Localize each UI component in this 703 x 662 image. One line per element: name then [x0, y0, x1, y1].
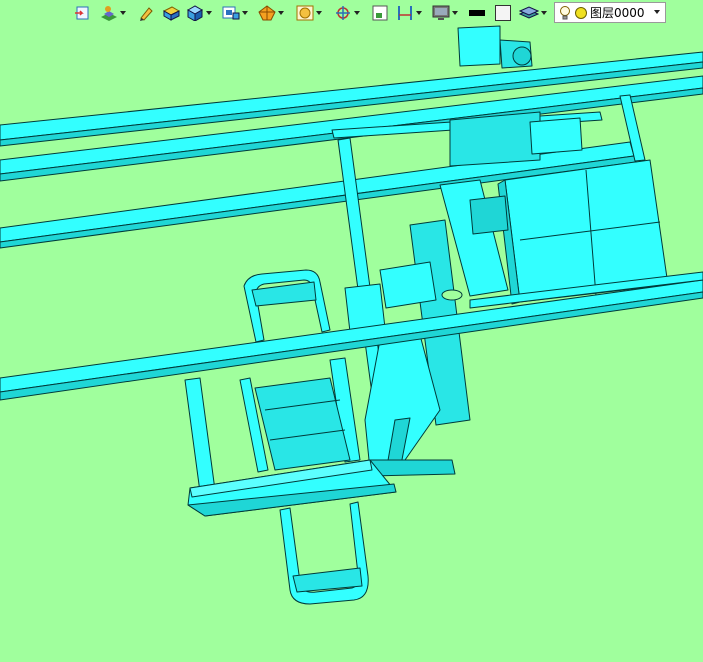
- layer-select[interactable]: 图层0000: [554, 2, 666, 23]
- toolbar: 图层0000: [0, 0, 703, 26]
- monitor-button[interactable]: [432, 3, 458, 23]
- view-cube-icon: [222, 6, 240, 20]
- orient-axes-icon: [336, 6, 350, 20]
- orient-axes-button[interactable]: [334, 3, 360, 23]
- white-square-button[interactable]: [494, 3, 512, 23]
- layer-box-icon: [162, 6, 180, 21]
- black-color-button[interactable]: [468, 3, 486, 23]
- dimension-button[interactable]: [396, 3, 422, 23]
- section-view-button[interactable]: [258, 3, 284, 23]
- handle-frame-upper: [243, 269, 331, 343]
- pencil-icon: [140, 7, 153, 21]
- chevron-down-icon: [242, 11, 248, 15]
- monitor-icon: [432, 5, 450, 20]
- lightbulb-icon: [560, 5, 570, 19]
- chevron-down-icon: [416, 11, 422, 15]
- layer-box-button[interactable]: [162, 3, 180, 23]
- shaded-cube-icon: [186, 5, 204, 21]
- chevron-down-icon: [316, 11, 322, 15]
- section-view-icon: [258, 5, 276, 21]
- frame-select-icon: [372, 5, 388, 21]
- dimension-icon: [398, 6, 412, 20]
- chevron-down-icon: [206, 11, 212, 15]
- black-color-icon: [469, 10, 485, 16]
- render-style-icon: [101, 6, 117, 21]
- handle-frame-lower: [279, 501, 369, 605]
- render-style-button[interactable]: [100, 3, 126, 23]
- open-part-button[interactable]: [74, 3, 90, 23]
- white-square-icon: [495, 5, 511, 21]
- chevron-down-icon: [654, 10, 660, 14]
- chevron-down-icon: [452, 11, 458, 15]
- chevron-down-icon: [541, 11, 547, 15]
- chevron-down-icon: [120, 11, 126, 15]
- yellow-circle-icon: [575, 6, 587, 19]
- layer-name: 图层0000: [590, 6, 645, 20]
- frame-select-button[interactable]: [372, 3, 388, 23]
- zoom-fit-icon: [296, 5, 314, 21]
- chevron-down-icon: [278, 11, 284, 15]
- layers-stack-icon: [519, 6, 539, 19]
- shaded-cube-button[interactable]: [186, 3, 212, 23]
- zoom-fit-button[interactable]: [296, 3, 322, 23]
- chevron-down-icon: [354, 11, 360, 15]
- layers-stack-button[interactable]: [519, 3, 547, 23]
- pencil-button[interactable]: [138, 3, 154, 23]
- open-part-icon: [75, 6, 89, 20]
- 3d-viewport[interactable]: [0, 0, 703, 662]
- carriage-tray: [187, 459, 397, 517]
- view-cube-button[interactable]: [222, 3, 248, 23]
